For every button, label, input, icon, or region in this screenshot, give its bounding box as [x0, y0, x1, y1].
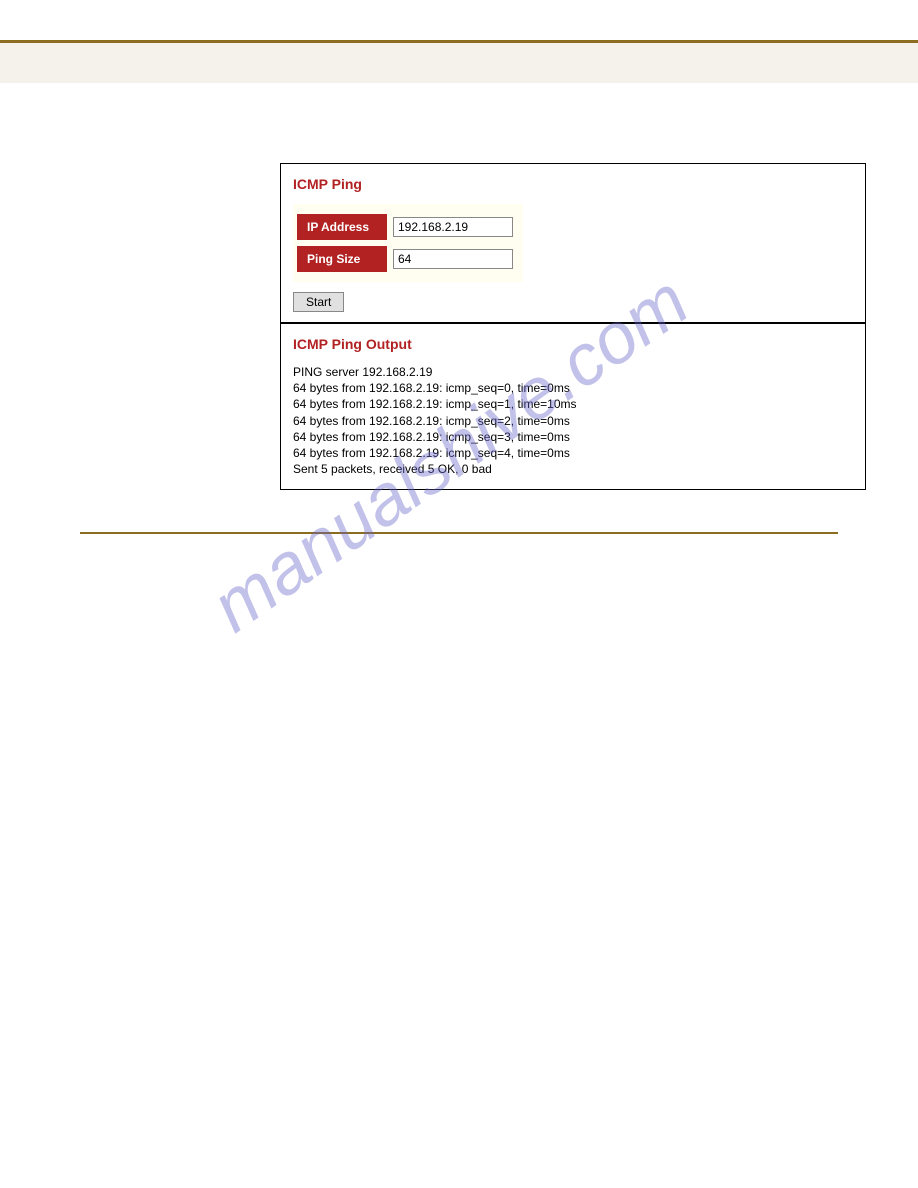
icmp-ping-panel: ICMP Ping IP Address Ping Size Start — [280, 163, 866, 323]
ip-address-input[interactable] — [393, 217, 513, 237]
output-line: 64 bytes from 192.168.2.19: icmp_seq=4, … — [293, 445, 853, 461]
icmp-output-text: PING server 192.168.2.19 64 bytes from 1… — [293, 364, 853, 477]
page-top-bar — [0, 43, 918, 83]
output-line: 64 bytes from 192.168.2.19: icmp_seq=3, … — [293, 429, 853, 445]
output-line: 64 bytes from 192.168.2.19: icmp_seq=2, … — [293, 413, 853, 429]
icmp-output-panel: ICMP Ping Output PING server 192.168.2.1… — [280, 323, 866, 490]
output-line: 64 bytes from 192.168.2.19: icmp_seq=0, … — [293, 380, 853, 396]
icmp-output-title: ICMP Ping Output — [293, 336, 853, 352]
icmp-ping-title: ICMP Ping — [293, 176, 853, 192]
start-button[interactable]: Start — [293, 292, 344, 312]
ip-address-label: IP Address — [297, 214, 387, 240]
ping-size-input[interactable] — [393, 249, 513, 269]
horizontal-divider — [80, 532, 838, 534]
output-line: PING server 192.168.2.19 — [293, 364, 853, 380]
ping-size-label: Ping Size — [297, 246, 387, 272]
output-line: Sent 5 packets, received 5 OK, 0 bad — [293, 461, 853, 477]
icmp-form-table: IP Address Ping Size — [293, 204, 523, 282]
output-line: 64 bytes from 192.168.2.19: icmp_seq=1, … — [293, 396, 853, 412]
